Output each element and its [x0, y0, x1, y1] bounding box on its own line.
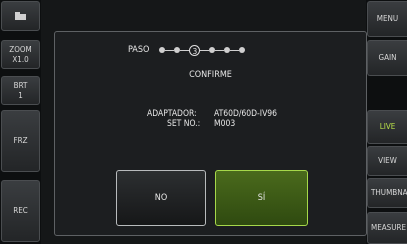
- step-indicator: PASO 3: [128, 42, 246, 58]
- thumbnail-label: THUMBNA: [371, 188, 407, 197]
- gain-button[interactable]: GAIN: [367, 40, 407, 76]
- frz-label: FRZ: [13, 136, 28, 145]
- step-dot-6: [239, 47, 246, 53]
- no-button-label: NO: [154, 193, 168, 203]
- view-label: VIEW: [378, 156, 397, 165]
- yes-button-label: SÍ: [257, 193, 266, 203]
- brightness-button[interactable]: BRT 1: [1, 76, 40, 105]
- set-no-value: M003: [214, 119, 236, 129]
- view-button[interactable]: VIEW: [367, 146, 407, 176]
- confirm-dialog: PASO 3 CONFIRME ADAPTADOR: AT60D/60D-IV9…: [54, 31, 367, 236]
- zoom-button[interactable]: ZOOM X1.0: [1, 40, 40, 69]
- menu-button[interactable]: MENU: [367, 1, 407, 37]
- no-button[interactable]: NO: [116, 170, 206, 226]
- live-button[interactable]: LIVE: [367, 110, 407, 144]
- live-label: LIVE: [379, 122, 396, 131]
- gain-label: GAIN: [378, 53, 397, 62]
- zoom-label: ZOOM: [9, 44, 32, 54]
- brt-value: 1: [18, 90, 23, 100]
- record-button[interactable]: REC: [1, 180, 40, 242]
- folder-icon: [15, 12, 26, 20]
- rec-label: REC: [13, 206, 28, 215]
- current-step: 3: [189, 44, 201, 56]
- zoom-value: X1.0: [12, 54, 29, 64]
- measure-label: MEASURE: [371, 223, 407, 232]
- adapter-label: ADAPTADOR:: [147, 109, 197, 119]
- set-no-label: SET NO.:: [167, 119, 201, 129]
- freeze-button[interactable]: FRZ: [1, 110, 40, 172]
- step-label: PASO: [128, 45, 150, 55]
- dialog-title: CONFIRME: [189, 70, 232, 80]
- measure-button[interactable]: MEASURE: [367, 212, 407, 244]
- brt-label: BRT: [13, 80, 28, 90]
- menu-label: MENU: [376, 14, 399, 23]
- adapter-value: AT60D/60D-IV96: [214, 109, 278, 119]
- yes-button[interactable]: SÍ: [215, 170, 308, 226]
- folder-button[interactable]: [1, 1, 40, 31]
- thumbnail-button[interactable]: THUMBNA: [367, 178, 407, 208]
